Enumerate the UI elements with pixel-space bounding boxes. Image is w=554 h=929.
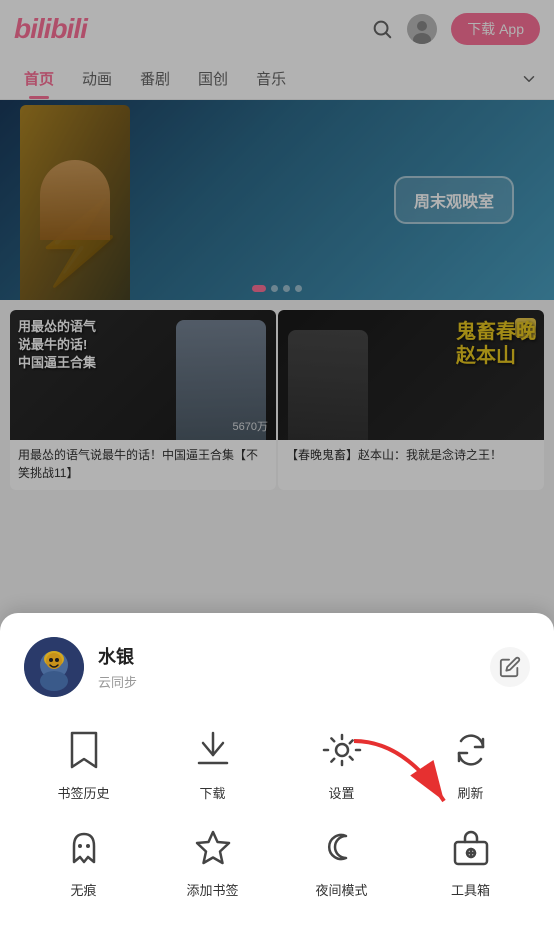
user-info: 水银 云同步 [98, 643, 490, 691]
menu-label-night-mode: 夜间模式 [315, 880, 367, 899]
night-mode-icon [317, 822, 367, 872]
edit-profile-button[interactable] [490, 647, 530, 687]
bookmark-icon [59, 725, 109, 775]
menu-item-bookmark[interactable]: 书签历史 [24, 725, 143, 802]
toolbox-icon [446, 822, 496, 872]
user-avatar-large [24, 637, 84, 697]
menu-item-download[interactable]: 下载 [153, 725, 272, 802]
menu-label-download: 下载 [199, 783, 225, 802]
ghost-icon [59, 822, 109, 872]
menu-item-refresh[interactable]: 刷新 [411, 725, 530, 802]
menu-label-ghost: 无痕 [70, 880, 96, 899]
download-icon [188, 725, 238, 775]
menu-label-toolbox: 工具箱 [451, 880, 490, 899]
menu-grid: 书签历史 下载 设置 [24, 725, 530, 899]
user-profile-row: 水银 云同步 [24, 637, 530, 697]
settings-icon [317, 725, 367, 775]
menu-item-settings[interactable]: 设置 [282, 725, 401, 802]
star-icon [188, 822, 238, 872]
menu-item-add-bookmark[interactable]: 添加书签 [153, 822, 272, 899]
menu-label-bookmark: 书签历史 [57, 783, 109, 802]
menu-label-settings: 设置 [328, 783, 354, 802]
menu-item-toolbox[interactable]: 工具箱 [411, 822, 530, 899]
menu-label-add-bookmark: 添加书签 [186, 880, 238, 899]
avatar-image [24, 637, 84, 697]
refresh-icon [446, 725, 496, 775]
menu-item-ghost[interactable]: 无痕 [24, 822, 143, 899]
user-sync-label: 云同步 [98, 672, 490, 691]
bottom-sheet: 水银 云同步 书签历史 [0, 613, 554, 929]
menu-item-night-mode[interactable]: 夜间模式 [282, 822, 401, 899]
user-name: 水银 [98, 643, 490, 669]
menu-label-refresh: 刷新 [457, 783, 483, 802]
